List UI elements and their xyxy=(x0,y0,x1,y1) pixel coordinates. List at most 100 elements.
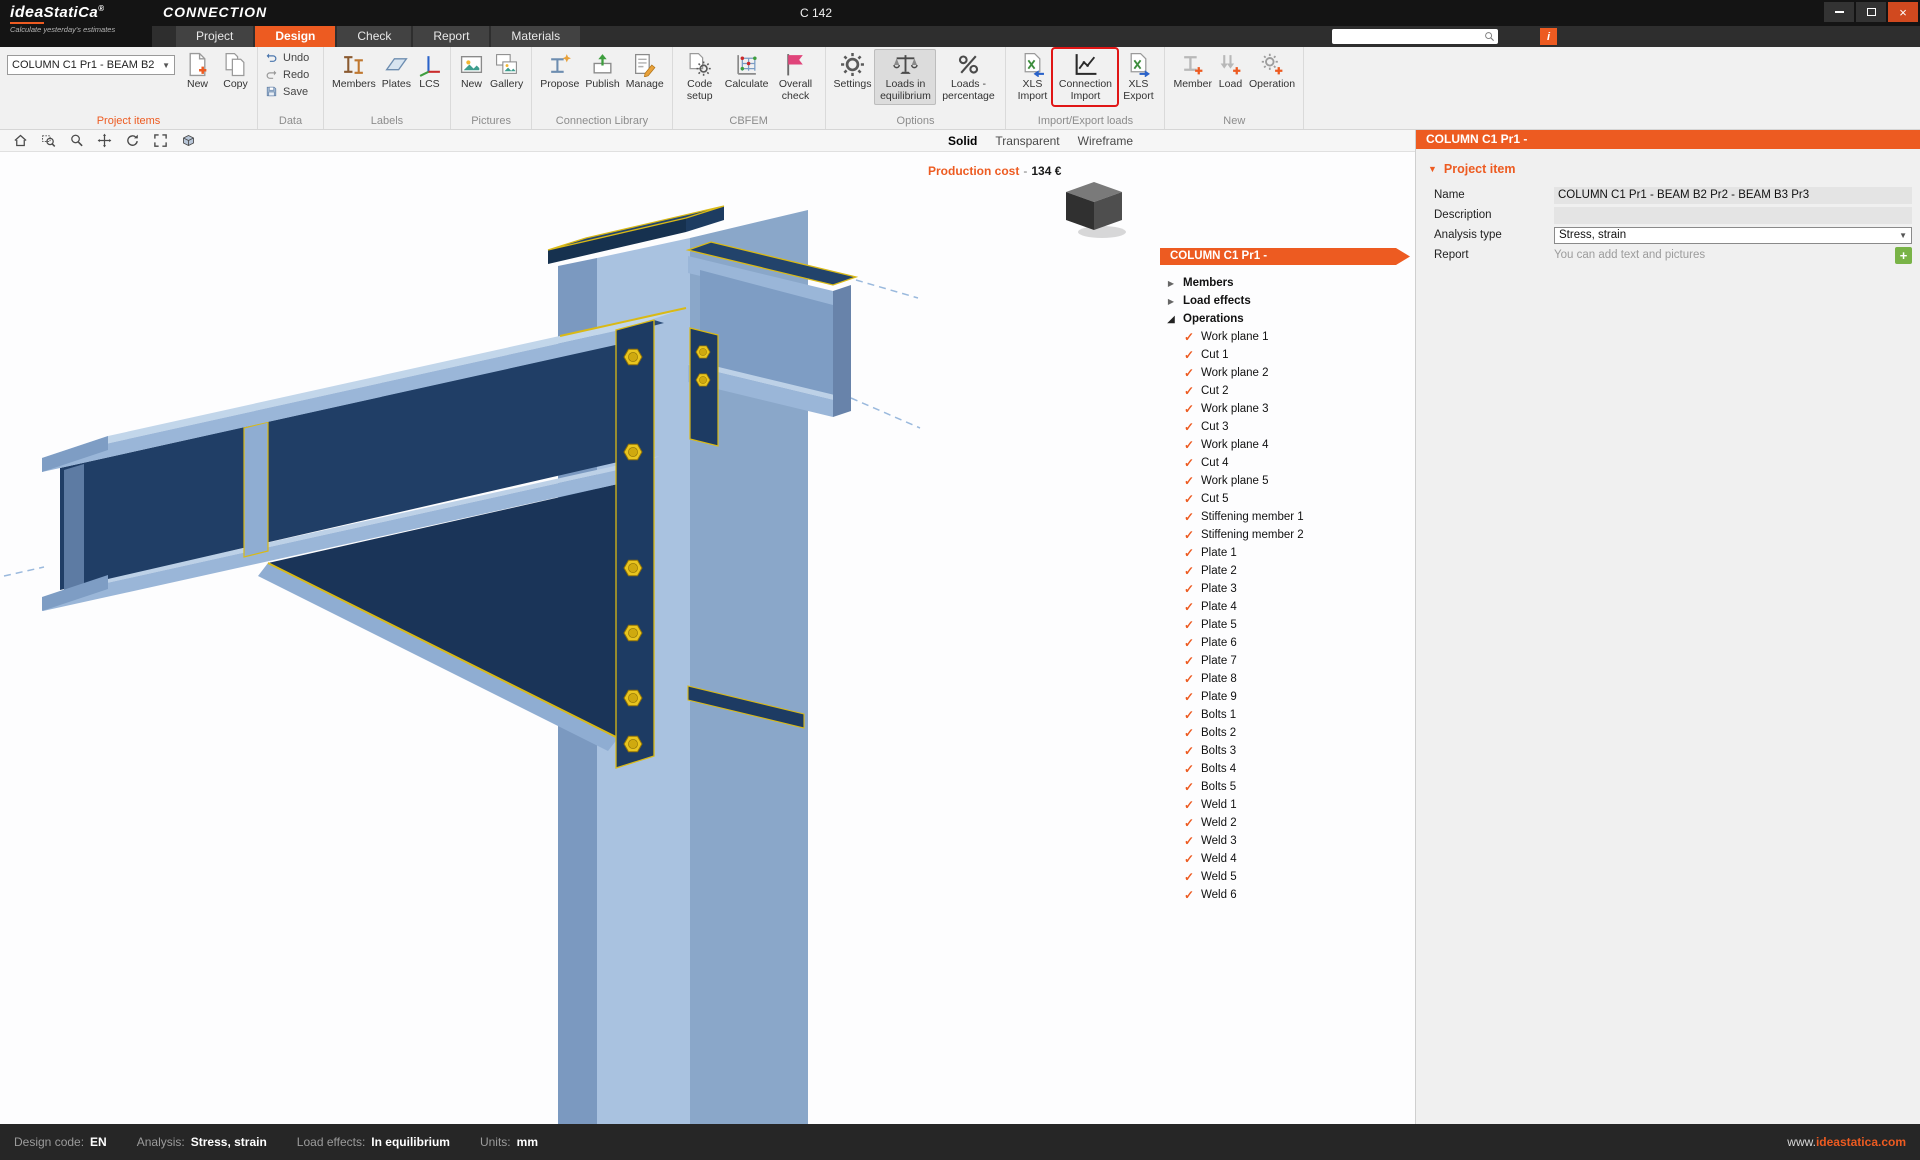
check-icon[interactable]: ✓ xyxy=(1184,618,1201,632)
check-icon[interactable]: ✓ xyxy=(1184,834,1201,848)
check-icon[interactable]: ✓ xyxy=(1184,762,1201,776)
tree-operation-item[interactable]: ✓ Plate 1 xyxy=(1160,544,1412,562)
check-icon[interactable]: ✓ xyxy=(1184,708,1201,722)
check-icon[interactable]: ✓ xyxy=(1184,600,1201,614)
check-icon[interactable]: ✓ xyxy=(1184,456,1201,470)
settings-button[interactable]: Settings xyxy=(831,49,875,94)
propose-button[interactable]: Propose xyxy=(537,49,582,94)
pan-button[interactable] xyxy=(90,130,118,151)
save-button[interactable]: Save xyxy=(263,83,318,100)
check-icon[interactable]: ✓ xyxy=(1184,654,1201,668)
publish-button[interactable]: Publish xyxy=(582,49,622,94)
code-setup-button[interactable]: Code setup xyxy=(678,49,722,105)
check-icon[interactable]: ✓ xyxy=(1184,384,1201,398)
info-button[interactable]: i xyxy=(1540,28,1557,45)
tree-operation-item[interactable]: ✓ Plate 4 xyxy=(1160,598,1412,616)
check-icon[interactable]: ✓ xyxy=(1184,366,1201,380)
lcs-button[interactable]: LCS xyxy=(414,49,445,94)
tree-operation-item[interactable]: ✓ Bolts 3 xyxy=(1160,742,1412,760)
rotate-button[interactable] xyxy=(118,130,146,151)
tree-operation-item[interactable]: ✓ Bolts 2 xyxy=(1160,724,1412,742)
home-view-button[interactable] xyxy=(6,130,34,151)
loads-in-equilibrium-button[interactable]: Loads in equilibrium xyxy=(874,49,936,105)
tree-operation-item[interactable]: ✓ Cut 1 xyxy=(1160,346,1412,364)
tree-operation-item[interactable]: ✓ Plate 7 xyxy=(1160,652,1412,670)
check-icon[interactable]: ✓ xyxy=(1184,780,1201,794)
tree-operation-item[interactable]: ✓ Stiffening member 1 xyxy=(1160,508,1412,526)
check-icon[interactable]: ✓ xyxy=(1184,510,1201,524)
tree-operation-item[interactable]: ✓ Plate 5 xyxy=(1160,616,1412,634)
view-mode-transparent[interactable]: Transparent xyxy=(995,134,1059,148)
website-link[interactable]: www.ideastatica.com xyxy=(1787,1135,1906,1149)
tree-operation-item[interactable]: ✓ Cut 4 xyxy=(1160,454,1412,472)
loads-percentage-button[interactable]: Loads - percentage xyxy=(936,49,1000,105)
tree-operation-item[interactable]: ✓ Bolts 5 xyxy=(1160,778,1412,796)
manage-button[interactable]: Manage xyxy=(623,49,667,94)
new-member-button[interactable]: Member xyxy=(1170,49,1215,94)
overall-check-button[interactable]: Overall check xyxy=(772,49,820,105)
tab-project[interactable]: Project xyxy=(176,26,253,47)
expander-collapsed-icon[interactable]: ▶ xyxy=(1166,297,1176,306)
check-icon[interactable]: ✓ xyxy=(1184,888,1201,902)
zoom-button[interactable] xyxy=(62,130,90,151)
tree-operation-item[interactable]: ✓ Plate 8 xyxy=(1160,670,1412,688)
gallery-button[interactable]: Gallery xyxy=(487,49,526,94)
tab-check[interactable]: Check xyxy=(337,26,411,47)
search-input[interactable] xyxy=(1332,31,1484,43)
tree-operation-item[interactable]: ✓ Weld 3 xyxy=(1160,832,1412,850)
check-icon[interactable]: ✓ xyxy=(1184,690,1201,704)
xls-export-button[interactable]: XLS Export xyxy=(1117,49,1159,105)
fin-plate[interactable] xyxy=(690,328,718,446)
check-icon[interactable]: ✓ xyxy=(1184,726,1201,740)
tree-node-operations[interactable]: ◢ Operations xyxy=(1160,310,1412,328)
plates-labels-button[interactable]: Plates xyxy=(379,49,414,94)
description-field[interactable] xyxy=(1554,207,1912,224)
tree-operation-item[interactable]: ✓ Bolts 4 xyxy=(1160,760,1412,778)
tree-operation-item[interactable]: ✓ Work plane 5 xyxy=(1160,472,1412,490)
tree-operation-item[interactable]: ✓ Weld 5 xyxy=(1160,868,1412,886)
zoom-fit-button[interactable] xyxy=(146,130,174,151)
tree-operation-item[interactable]: ✓ Work plane 1 xyxy=(1160,328,1412,346)
connection-import-button[interactable]: Connection Import xyxy=(1053,49,1117,105)
tree-operation-item[interactable]: ✓ Weld 2 xyxy=(1160,814,1412,832)
check-icon[interactable]: ✓ xyxy=(1184,582,1201,596)
new-project-item-button[interactable]: New xyxy=(182,49,213,94)
check-icon[interactable]: ✓ xyxy=(1184,672,1201,686)
new-picture-button[interactable]: New xyxy=(456,49,487,94)
tree-operation-item[interactable]: ✓ Work plane 3 xyxy=(1160,400,1412,418)
xls-import-button[interactable]: XLS Import xyxy=(1011,49,1053,105)
tree-operation-item[interactable]: ✓ Cut 2 xyxy=(1160,382,1412,400)
tab-report[interactable]: Report xyxy=(413,26,489,47)
check-icon[interactable]: ✓ xyxy=(1184,852,1201,866)
redo-button[interactable]: Redo xyxy=(263,66,318,83)
tree-operation-item[interactable]: ✓ Stiffening member 2 xyxy=(1160,526,1412,544)
check-icon[interactable]: ✓ xyxy=(1184,870,1201,884)
check-icon[interactable]: ✓ xyxy=(1184,330,1201,344)
tree-header[interactable]: COLUMN C1 Pr1 - xyxy=(1160,248,1412,265)
expander-expanded-icon[interactable]: ◢ xyxy=(1166,314,1176,325)
check-icon[interactable]: ✓ xyxy=(1184,474,1201,488)
maximize-button[interactable] xyxy=(1856,2,1886,22)
check-icon[interactable]: ✓ xyxy=(1184,636,1201,650)
check-icon[interactable]: ✓ xyxy=(1184,420,1201,434)
main-beam-member[interactable] xyxy=(42,308,686,751)
tree-operation-item[interactable]: ✓ Work plane 2 xyxy=(1160,364,1412,382)
minimize-button[interactable] xyxy=(1824,2,1854,22)
name-field[interactable]: COLUMN C1 Pr1 - BEAM B2 Pr2 - BEAM B3 Pr… xyxy=(1554,187,1912,204)
check-icon[interactable]: ✓ xyxy=(1184,816,1201,830)
check-icon[interactable]: ✓ xyxy=(1184,546,1201,560)
tree-operation-item[interactable]: ✓ Bolts 1 xyxy=(1160,706,1412,724)
tree-operation-item[interactable]: ✓ Plate 2 xyxy=(1160,562,1412,580)
analysis-type-dropdown[interactable]: Stress, strain ▼ xyxy=(1554,227,1912,244)
zoom-window-button[interactable] xyxy=(34,130,62,151)
tree-operation-item[interactable]: ✓ Weld 4 xyxy=(1160,850,1412,868)
section-box-button[interactable] xyxy=(174,130,202,151)
tab-materials[interactable]: Materials xyxy=(491,26,580,47)
check-icon[interactable]: ✓ xyxy=(1184,492,1201,506)
copy-project-item-button[interactable]: Copy xyxy=(220,49,251,94)
check-icon[interactable]: ✓ xyxy=(1184,528,1201,542)
tree-operation-item[interactable]: ✓ Cut 5 xyxy=(1160,490,1412,508)
tab-design[interactable]: Design xyxy=(255,26,335,47)
tree-operation-item[interactable]: ✓ Plate 3 xyxy=(1160,580,1412,598)
report-field[interactable]: You can add text and pictures xyxy=(1554,249,1889,261)
